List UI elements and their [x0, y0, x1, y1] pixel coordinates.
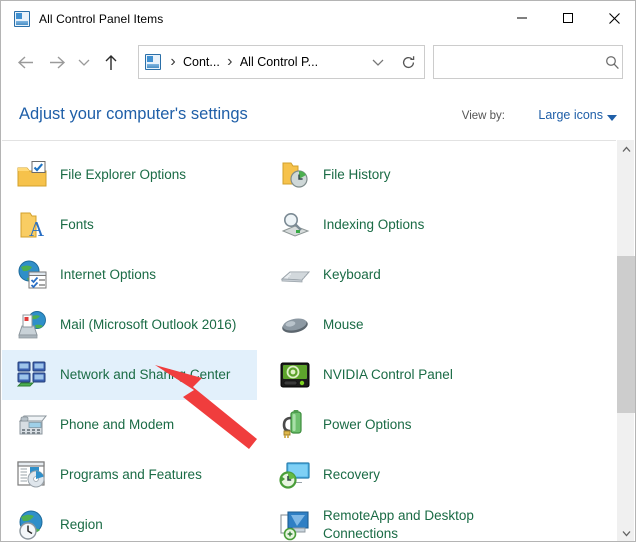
maximize-button[interactable] — [545, 1, 591, 35]
item-label: Power Options — [323, 416, 412, 434]
network-sharing-center-icon — [16, 359, 48, 391]
item-nvidia-control-panel[interactable]: NVIDIA Control Panel — [257, 350, 557, 400]
indexing-options-icon — [279, 209, 311, 241]
search-box[interactable] — [433, 45, 623, 79]
item-label: Fonts — [60, 216, 94, 234]
item-label: File History — [323, 166, 391, 184]
chevron-down-icon[interactable] — [364, 58, 392, 67]
region-icon — [16, 509, 48, 541]
window-title: All Control Panel Items — [39, 12, 163, 26]
phone-modem-icon — [16, 409, 48, 441]
control-panel-icon — [14, 11, 30, 27]
control-panel-window: All Control Panel Items — [0, 0, 636, 542]
remoteapp-desktop-connections-icon — [279, 509, 311, 541]
recent-locations-chevron-icon[interactable] — [72, 48, 96, 78]
file-explorer-options-icon — [16, 159, 48, 191]
item-label: Region — [60, 516, 103, 534]
item-network-and-sharing-center[interactable]: Network and Sharing Center — [2, 350, 257, 400]
power-options-icon — [279, 409, 311, 441]
item-label: Mouse — [323, 316, 364, 334]
item-indexing-options[interactable]: Indexing Options — [257, 200, 557, 250]
view-by-dropdown[interactable]: Large icons — [538, 108, 603, 122]
search-icon[interactable] — [603, 55, 622, 70]
breadcrumb-separator-2: › — [223, 53, 237, 71]
item-label: File Explorer Options — [60, 166, 186, 184]
item-label: Keyboard — [323, 266, 381, 284]
item-label: Internet Options — [60, 266, 156, 284]
address-control-panel-icon — [145, 54, 161, 70]
item-file-explorer-options[interactable]: File Explorer Options — [2, 150, 257, 200]
view-by-label: View by: — [462, 110, 505, 122]
fonts-icon: A — [16, 209, 48, 241]
keyboard-icon — [279, 259, 311, 291]
scroll-up-icon[interactable] — [617, 140, 635, 158]
header-row: Adjust your computer's settings View by:… — [1, 97, 636, 139]
item-mail[interactable]: Mail (Microsoft Outlook 2016) — [2, 300, 257, 350]
recovery-icon — [279, 459, 311, 491]
caret-down-icon[interactable] — [607, 115, 617, 121]
item-mouse[interactable]: Mouse — [257, 300, 557, 350]
back-arrow-icon[interactable] — [8, 48, 42, 78]
svg-text:A: A — [29, 217, 45, 241]
item-label: Programs and Features — [60, 466, 202, 484]
page-title: Adjust your computer's settings — [19, 105, 248, 124]
title-bar: All Control Panel Items — [1, 1, 636, 36]
item-label: RemoteApp and Desktop Connections — [323, 507, 538, 542]
item-programs-and-features[interactable]: Programs and Features — [2, 450, 257, 500]
item-internet-options[interactable]: Internet Options — [2, 250, 257, 300]
item-recovery[interactable]: Recovery — [257, 450, 557, 500]
nvidia-control-panel-icon — [279, 359, 311, 391]
minimize-button[interactable] — [499, 1, 545, 35]
breadcrumb-item-0[interactable]: Cont... — [180, 53, 223, 71]
forward-arrow-icon[interactable] — [42, 48, 72, 78]
items-content-area: File Explorer Options File History — [2, 140, 616, 542]
up-arrow-icon[interactable] — [96, 48, 126, 78]
item-label: Recovery — [323, 466, 380, 484]
control-panel-items-grid: File Explorer Options File History — [2, 141, 616, 542]
mouse-icon — [279, 309, 311, 341]
item-remoteapp-and-desktop-connections[interactable]: RemoteApp and Desktop Connections — [257, 500, 557, 542]
refresh-icon[interactable] — [392, 55, 424, 70]
item-label: Network and Sharing Center — [60, 366, 230, 384]
item-label: Indexing Options — [323, 216, 424, 234]
item-file-history[interactable]: File History — [257, 150, 557, 200]
address-bar[interactable]: › Cont... › All Control P... — [138, 45, 425, 79]
item-label: Phone and Modem — [60, 416, 174, 434]
item-region[interactable]: Region — [2, 500, 257, 542]
item-keyboard[interactable]: Keyboard — [257, 250, 557, 300]
item-phone-and-modem[interactable]: Phone and Modem — [2, 400, 257, 450]
item-fonts[interactable]: A Fonts — [2, 200, 257, 250]
breadcrumb-separator: › — [166, 53, 180, 71]
scrollbar-thumb[interactable] — [617, 256, 635, 413]
item-power-options[interactable]: Power Options — [257, 400, 557, 450]
file-history-icon — [279, 159, 311, 191]
close-button[interactable] — [591, 1, 636, 35]
breadcrumb-item-1[interactable]: All Control P... — [237, 53, 321, 71]
programs-features-icon — [16, 459, 48, 491]
internet-options-icon — [16, 259, 48, 291]
item-label: NVIDIA Control Panel — [323, 366, 453, 384]
item-label: Mail (Microsoft Outlook 2016) — [60, 316, 236, 334]
window-controls — [499, 1, 636, 35]
mail-icon — [16, 309, 48, 341]
scroll-down-icon[interactable] — [617, 524, 635, 542]
search-input[interactable] — [442, 47, 603, 77]
vertical-scrollbar[interactable] — [616, 140, 634, 542]
